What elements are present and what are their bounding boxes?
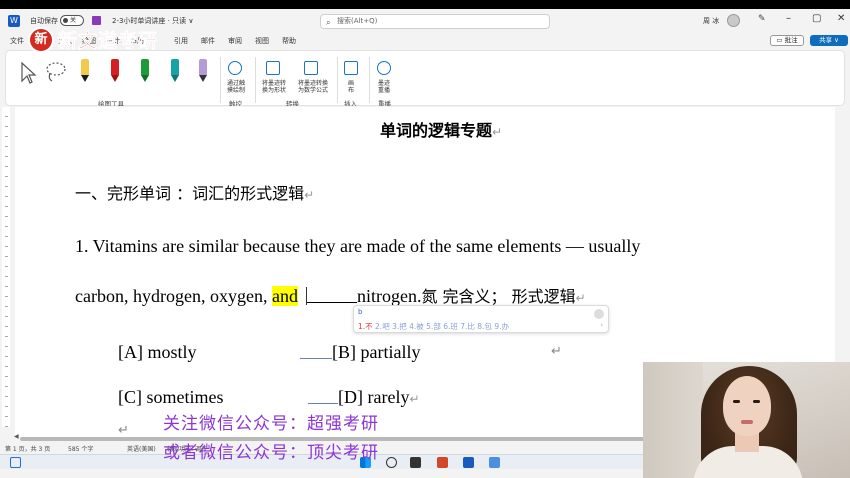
page-count[interactable]: 第 1 页，共 3 页 (5, 444, 50, 453)
ribbon: 通过触 摸绘制 将墨迹转 换为形状 将墨迹转换 为数学公式 画 布 墨迹 重播 … (5, 50, 845, 108)
tab-help[interactable]: 帮助 (282, 36, 296, 46)
vertical-ruler (2, 107, 10, 427)
ink-to-shape-button[interactable]: 将墨迹转 换为形状 (257, 80, 291, 94)
logo-text: 新文道考研 (58, 30, 159, 53)
caption-line-2: 或者微信公众号：顶尖考研 (163, 443, 379, 463)
scroll-left-arrow-icon[interactable]: ◀ (14, 433, 19, 440)
touch-draw-button[interactable]: 通过触 摸绘制 (218, 80, 254, 94)
ime-candidate-window[interactable]: b 1.不 2.吧 3.把 4.被 5.部 6.班 7.比 8.包 9.办 › (353, 305, 609, 333)
ime-next-arrow-icon[interactable]: › (600, 321, 603, 329)
lasso-tool-icon[interactable] (44, 57, 68, 87)
widgets-icon[interactable] (10, 457, 21, 468)
option-a: [A] mostly (118, 342, 197, 362)
search-icon: ⌕ (326, 18, 331, 27)
caption-line-1: 关注微信公众号：超强考研 (163, 414, 379, 434)
question-line-1: 1. Vitamins are similar because they are… (75, 236, 641, 256)
user-name[interactable]: 周 冰 (703, 16, 719, 26)
document-heading: 单词的逻辑专题↵ (380, 121, 503, 140)
search-placeholder: 搜索(Alt+Q) (337, 17, 378, 25)
ribbon-divider (369, 57, 370, 103)
tab-view[interactable]: 视图 (255, 36, 269, 46)
comment-button[interactable]: ▭ 批注 (770, 35, 804, 46)
maximize-button[interactable]: ▢ (812, 13, 821, 24)
avatar[interactable] (727, 14, 740, 27)
pen-red-icon[interactable] (108, 57, 122, 87)
word-count[interactable]: 585 个字 (68, 444, 93, 453)
ribbon-divider (255, 57, 256, 103)
share-button[interactable]: 共享 ∨ (810, 35, 848, 46)
canvas-button[interactable]: 画 布 (340, 80, 362, 94)
pen-teal-icon[interactable] (168, 57, 182, 87)
highlighter-icon[interactable] (196, 57, 210, 87)
touch-draw-icon[interactable] (228, 61, 242, 75)
pen-black-icon[interactable] (78, 57, 92, 87)
powerpoint-icon[interactable] (437, 457, 448, 468)
paragraph-mark: ↵ (118, 423, 129, 438)
question-line-2: carbon, hydrogen, oxygen, and nitrogen.氮 … (75, 286, 586, 306)
task-view-icon[interactable] (410, 457, 421, 468)
app-icon[interactable] (489, 457, 500, 468)
autosave-label: 自动保存 (30, 17, 58, 25)
ime-input-text: b (358, 308, 363, 316)
save-icon[interactable] (92, 16, 101, 25)
ink-to-math-icon[interactable] (304, 61, 318, 75)
option-d: [D] rarely↵ (308, 387, 420, 408)
highlighted-word: and (271, 286, 298, 306)
ime-settings-icon[interactable] (594, 309, 604, 319)
close-button[interactable]: ✕ (837, 13, 845, 24)
option-c: [C] sometimes (118, 387, 224, 407)
ime-candidates[interactable]: 1.不 2.吧 3.把 4.被 5.部 6.班 7.比 8.包 9.办 (358, 321, 509, 332)
ribbon-divider (337, 57, 338, 103)
pen-green-icon[interactable] (138, 57, 152, 87)
document-title[interactable]: 2-3小时单词讲座 · 只读 ∨ (112, 16, 193, 26)
brand-logo: 新 新文道考研 (28, 26, 158, 53)
ink-replay-button[interactable]: 墨迹 重播 (372, 80, 396, 94)
select-tool-icon[interactable] (18, 57, 38, 87)
paragraph-mark: ↵ (551, 344, 562, 359)
option-b: [B] partially (300, 342, 420, 363)
minimize-button[interactable]: – (786, 13, 791, 24)
tab-references[interactable]: 引用 (174, 36, 188, 46)
word-app-icon: W (8, 15, 20, 27)
answer-blank (306, 289, 357, 303)
search-icon[interactable] (386, 457, 397, 468)
tab-mailings[interactable]: 邮件 (201, 36, 215, 46)
logo-mark-icon: 新 (28, 26, 54, 53)
ink-replay-icon[interactable] (377, 61, 391, 75)
tab-review[interactable]: 审阅 (228, 36, 242, 46)
ink-to-shape-icon[interactable] (266, 61, 280, 75)
language-status[interactable]: 英语(美国) (127, 444, 156, 453)
autosave-toggle[interactable]: 关 (60, 15, 84, 26)
tab-file[interactable]: 文件 (10, 36, 24, 46)
canvas-icon[interactable] (344, 61, 358, 75)
pen-icon[interactable]: ✎ (758, 14, 766, 24)
section-heading: 一、完形单词 ：词汇的形式逻辑↵ (75, 184, 315, 203)
webcam-overlay (643, 362, 850, 478)
word-icon[interactable] (463, 457, 474, 468)
search-input[interactable]: ⌕ 搜索(Alt+Q) (320, 14, 550, 29)
ink-to-math-button[interactable]: 将墨迹转换 为数学公式 (294, 80, 332, 94)
